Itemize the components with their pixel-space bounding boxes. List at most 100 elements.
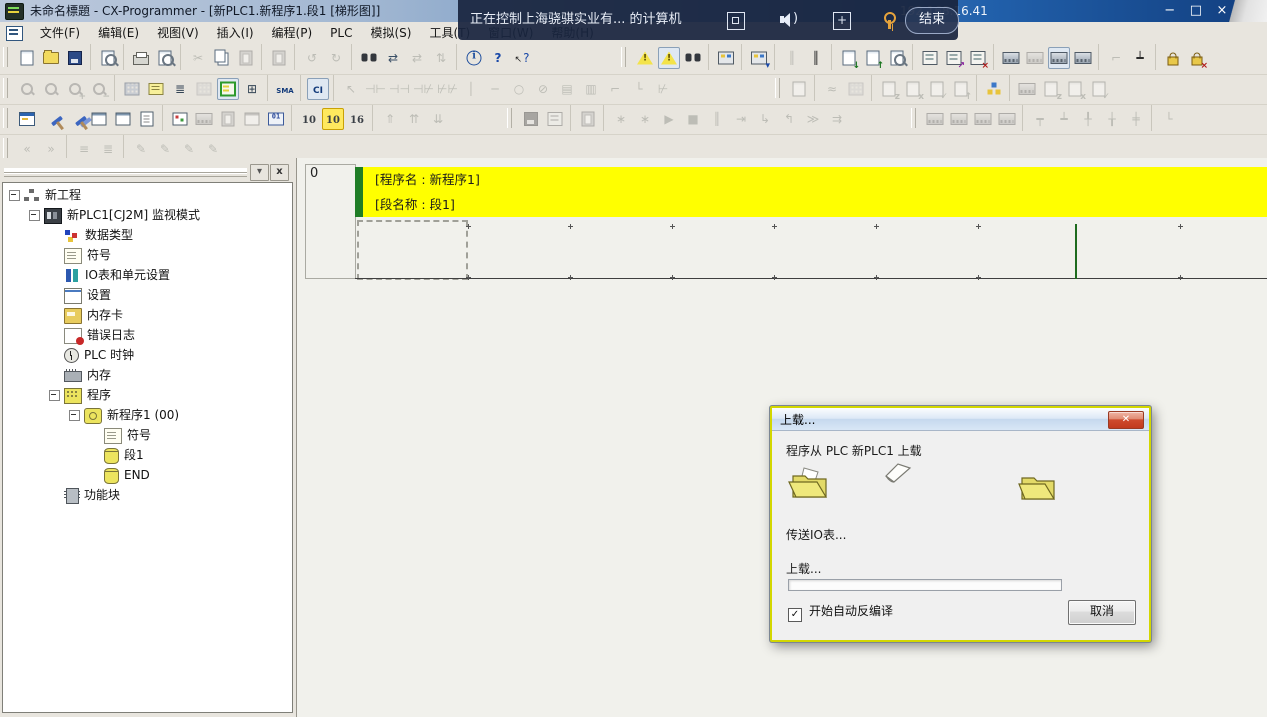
tree-item[interactable]: PLC 时钟 — [3, 345, 292, 365]
tree-expander-icon[interactable] — [9, 190, 20, 201]
line-connect-icon: └ — [628, 78, 650, 100]
tree-item[interactable]: 设置 — [3, 285, 292, 305]
diff-up-icon: ╁ — [1101, 108, 1123, 130]
tree-expander-icon[interactable] — [49, 390, 60, 401]
open-project-icon[interactable] — [40, 47, 62, 69]
menu-item-5[interactable]: 编程(P) — [263, 22, 322, 44]
cross-reference-icon[interactable] — [169, 108, 191, 130]
build-all-icon[interactable] — [64, 108, 86, 130]
smart-input-icon[interactable]: SMA — [274, 78, 296, 100]
binary-display-icon[interactable] — [265, 108, 287, 130]
decimal-display-icon[interactable]: 10 — [298, 108, 320, 130]
tree-item[interactable]: 错误日志 — [3, 325, 292, 345]
properties-icon[interactable] — [136, 108, 158, 130]
tree-item[interactable]: 内存卡 — [3, 305, 292, 325]
context-help-icon[interactable]: ? — [511, 47, 533, 69]
comment-icon[interactable] — [145, 78, 167, 100]
tree-expander-icon[interactable] — [69, 410, 80, 421]
mdi-window-icon[interactable] — [16, 108, 38, 130]
help-icon[interactable]: ? — [487, 47, 509, 69]
set-password-icon[interactable] — [1162, 47, 1184, 69]
grid-icon[interactable] — [121, 78, 143, 100]
release-password-icon[interactable]: × — [1186, 47, 1208, 69]
menu-item-7[interactable]: 模拟(S) — [361, 22, 420, 44]
tree-item[interactable]: 数据类型 — [3, 225, 292, 245]
save-project-icon[interactable] — [64, 47, 86, 69]
tree-item[interactable]: 内存 — [3, 365, 292, 385]
menu-item-6[interactable]: PLC — [321, 22, 361, 44]
menu-item-1[interactable]: 文件(F) — [31, 22, 89, 44]
window-add-icon[interactable]: + — [833, 12, 851, 30]
rung-manager-icon[interactable]: ⊞ — [241, 78, 263, 100]
tree-item[interactable]: END — [3, 465, 292, 485]
tree-item-label: 符号 — [127, 428, 151, 442]
monitoring-icon[interactable] — [1000, 47, 1022, 69]
menu-item-4[interactable]: 插入(I) — [208, 22, 263, 44]
symbol-table-tree-icon[interactable] — [983, 78, 1005, 100]
info-icon[interactable] — [463, 47, 485, 69]
tree-item[interactable]: 程序 — [3, 385, 292, 405]
monitor-in-editor-icon[interactable] — [217, 78, 239, 100]
print-preview-icon[interactable] — [154, 47, 176, 69]
panel-grip[interactable] — [4, 168, 247, 177]
panel-dropdown-button[interactable]: ▾ — [250, 164, 269, 181]
pin-key-icon[interactable] — [880, 12, 896, 28]
volume-icon[interactable]: ) — [780, 12, 796, 28]
tree-item[interactable]: 新工程 — [3, 185, 292, 205]
panel-header[interactable]: ▾ x — [2, 163, 291, 181]
send-changes-icon[interactable]: ↗ — [943, 47, 965, 69]
find-icon[interactable] — [358, 47, 380, 69]
transfer-settings-icon[interactable]: ▾ — [748, 47, 770, 69]
comment-list-icon[interactable]: ≣ — [169, 78, 191, 100]
build-icon[interactable] — [40, 108, 62, 130]
signed-decimal-icon[interactable]: 10 — [322, 108, 344, 130]
tree-item[interactable]: 段1 — [3, 445, 292, 465]
minimize-button[interactable]: − — [1159, 0, 1181, 22]
window-doc-icon[interactable] — [112, 108, 134, 130]
upload-z-icon: z — [878, 78, 900, 100]
new-document-icon[interactable] — [16, 47, 38, 69]
cancel-online-edit-icon[interactable]: × — [967, 47, 989, 69]
end-session-button[interactable]: 结束 — [905, 7, 959, 34]
ci-instruction-icon[interactable]: CI — [307, 78, 329, 100]
toolbar-section-row3L: 101016⇑⇈⇊ — [2, 105, 455, 133]
tree-item[interactable]: 新PLC1[CJ2M] 监视模式 — [3, 205, 292, 225]
dialog-close-button[interactable]: ✕ — [1108, 411, 1144, 429]
online-edit-icon[interactable] — [919, 47, 941, 69]
compare-with-plc-icon[interactable] — [886, 47, 908, 69]
replace-icon[interactable]: ⇄ — [382, 47, 404, 69]
tree-item[interactable]: 符号 — [3, 245, 292, 265]
pause-monitor-icon[interactable]: ║ — [805, 47, 827, 69]
download-to-plc-icon[interactable]: ↓ — [838, 47, 860, 69]
restore-button[interactable]: □ — [1185, 0, 1207, 22]
work-online-icon[interactable] — [634, 47, 656, 69]
print-report-icon[interactable] — [97, 47, 119, 69]
copy-icon[interactable] — [211, 47, 233, 69]
watch-window-icon[interactable] — [1048, 47, 1070, 69]
auto-decompile-option[interactable]: ✓开始自动反编译 — [788, 604, 893, 620]
menu-item-3[interactable]: 视图(V) — [148, 22, 208, 44]
set-value-icon — [996, 108, 1018, 130]
tree-item[interactable]: IO表和单元设置 — [3, 265, 292, 285]
tree-item[interactable]: 符号 — [3, 425, 292, 445]
dialog-title-bar[interactable]: 上载... ✕ — [772, 408, 1149, 431]
hex-display-icon[interactable]: 16 — [346, 108, 368, 130]
tree-expander-icon[interactable] — [29, 210, 40, 221]
window-pair-icon[interactable] — [88, 108, 110, 130]
find-online-icon[interactable] — [682, 47, 704, 69]
tree-item[interactable]: 功能块 — [3, 485, 292, 505]
print-icon[interactable] — [130, 47, 152, 69]
auto-online-icon[interactable] — [658, 47, 680, 69]
cancel-button[interactable]: 取消 — [1068, 600, 1136, 625]
fullscreen-icon[interactable] — [727, 12, 745, 30]
selected-cell[interactable] — [357, 220, 468, 280]
upload-from-plc-icon[interactable]: ↑ — [862, 47, 884, 69]
time-chart-monitor-icon[interactable]: ┷ — [1129, 47, 1151, 69]
panel-close-button[interactable]: x — [270, 164, 289, 181]
auto-decompile-checkbox[interactable]: ✓ — [788, 608, 802, 622]
differential-monitor-icon[interactable] — [1072, 47, 1094, 69]
tree-item[interactable]: 新程序1 (00) — [3, 405, 292, 425]
program-check-icon[interactable] — [715, 47, 737, 69]
rung-margin-cell[interactable]: 0 — [305, 164, 356, 279]
menu-item-2[interactable]: 编辑(E) — [89, 22, 148, 44]
